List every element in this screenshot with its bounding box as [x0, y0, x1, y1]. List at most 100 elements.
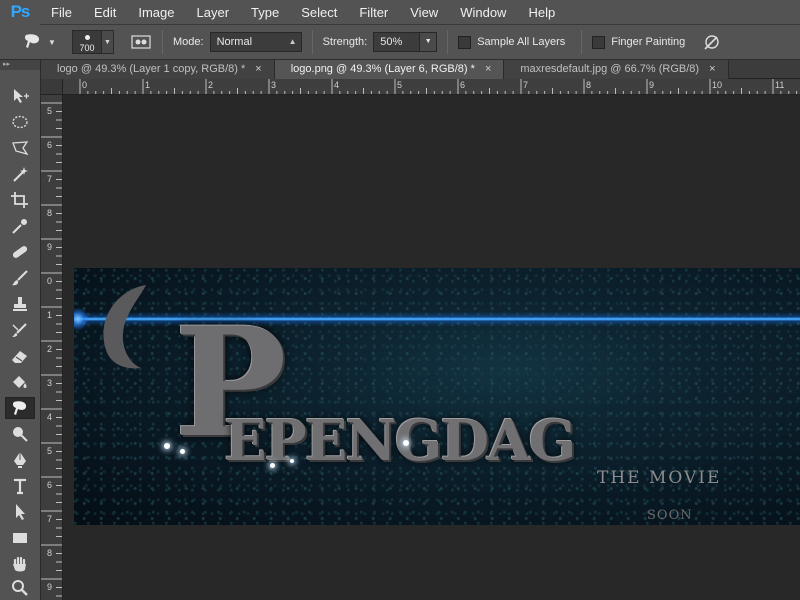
brush-tip-icon — [85, 35, 90, 40]
logo-title: EPENGDAG — [224, 408, 576, 474]
toolbox: ▸▸ — [0, 60, 41, 600]
strength-label: Strength: — [322, 36, 368, 48]
eraser-tool-icon[interactable] — [5, 345, 35, 367]
logo-subtitle: THE MOVIE — [597, 468, 722, 488]
divider — [162, 30, 163, 54]
tab-maxresdefault[interactable]: maxresdefault.jpg @ 66.7% (RGB/8) × — [504, 60, 729, 79]
strength-field[interactable]: 50% ▼ — [373, 32, 438, 52]
divider — [581, 30, 583, 54]
tab-label: logo @ 49.3% (Layer 1 copy, RGB/8) * — [57, 63, 246, 75]
hand-tool-icon[interactable] — [5, 553, 35, 575]
ruler-label: 7 — [523, 80, 528, 90]
crop-tool-icon[interactable] — [5, 189, 35, 211]
eyedropper-tool-icon[interactable] — [5, 215, 35, 237]
magic-wand-tool-icon[interactable] — [5, 163, 35, 185]
options-bar: ▼ 700 ▼ Mode: Normal ▲ Strength: 50% ▼ S… — [0, 25, 800, 60]
smudge-icon — [24, 34, 40, 48]
ruler-label: 6 — [47, 140, 52, 150]
dodge-tool-icon[interactable] — [5, 423, 35, 445]
menu-window[interactable]: Window — [449, 0, 517, 25]
menu-edit[interactable]: Edit — [83, 0, 127, 25]
smudge-tool-icon[interactable] — [5, 397, 35, 419]
canvas-area[interactable]: P EPENGDAG THE MOVIE SOON — [63, 95, 800, 600]
rectangle-tool-icon[interactable] — [5, 527, 35, 549]
move-tool-icon[interactable] — [5, 85, 35, 107]
zoom-tool-icon[interactable] — [5, 577, 35, 599]
healing-brush-tool-icon[interactable] — [5, 241, 35, 263]
document-image[interactable]: P EPENGDAG THE MOVIE SOON — [74, 268, 800, 525]
toolbox-grip[interactable]: ▸▸ — [0, 60, 40, 70]
type-tool-icon[interactable] — [5, 475, 35, 497]
close-icon[interactable]: × — [255, 63, 261, 75]
tab-label: logo.png @ 49.3% (Layer 6, RGB/8) * — [290, 63, 475, 75]
tool-preset-picker[interactable]: ▼ — [22, 28, 66, 56]
ruler-label: 9 — [47, 582, 52, 592]
menu-bar: Ps File Edit Image Layer Type Select Fil… — [0, 0, 800, 25]
menu-layer[interactable]: Layer — [186, 0, 241, 25]
lasso-tool-icon[interactable] — [5, 137, 35, 159]
ruler-label: 9 — [649, 80, 654, 90]
paint-bucket-tool-icon[interactable] — [5, 371, 35, 393]
sample-all-layers-option[interactable]: Sample All Layers — [458, 35, 571, 49]
horizontal-ruler[interactable]: 0123456789101112 — [63, 79, 800, 95]
divider — [311, 30, 313, 54]
ruler-label: 6 — [47, 480, 52, 490]
mode-value: Normal — [216, 36, 253, 48]
mode-dropdown[interactable]: Normal ▲ — [209, 32, 302, 52]
vertical-ruler-ticks: 5 6 7 8 9 0 1 2 3 4 5 6 7 8 9 — [41, 102, 62, 597]
ruler-label: 4 — [334, 80, 339, 90]
close-icon[interactable]: × — [485, 63, 491, 75]
finger-painting-checkbox[interactable] — [592, 35, 606, 49]
tab-logo-layer-1-copy[interactable]: logo @ 49.3% (Layer 1 copy, RGB/8) * × — [41, 60, 275, 79]
brush-panel-toggle-icon[interactable] — [130, 33, 152, 51]
ruler-label: 7 — [47, 514, 52, 524]
ruler-label: 2 — [47, 344, 52, 354]
logo-tagline: SOON — [647, 508, 693, 523]
menu-filter[interactable]: Filter — [348, 0, 399, 25]
menu-image[interactable]: Image — [127, 0, 185, 25]
brush-size-value: 700 — [79, 43, 95, 53]
brush-picker-arrow[interactable]: ▼ — [102, 30, 114, 54]
menu-select[interactable]: Select — [290, 0, 348, 25]
divider — [447, 30, 449, 54]
sparkle — [403, 440, 409, 446]
ruler-label: 8 — [47, 208, 52, 218]
brush-size-picker[interactable]: 700 — [72, 30, 102, 54]
marquee-tool-icon[interactable] — [5, 111, 35, 133]
ruler-label: 5 — [47, 446, 52, 456]
sparkle — [180, 449, 185, 454]
ruler-label: 8 — [586, 80, 591, 90]
clone-stamp-tool-icon[interactable] — [5, 293, 35, 315]
brush-tool-icon[interactable] — [5, 267, 35, 289]
finger-painting-option[interactable]: Finger Painting — [592, 35, 691, 49]
mode-label: Mode: — [173, 36, 204, 48]
path-selection-tool-icon[interactable] — [5, 501, 35, 523]
pen-tool-icon[interactable] — [5, 449, 35, 471]
ruler-label: 0 — [47, 276, 52, 286]
ruler-label: 0 — [82, 80, 87, 90]
menu-help[interactable]: Help — [517, 0, 566, 25]
pressure-icon[interactable] — [701, 33, 723, 51]
vertical-ruler[interactable]: 5 6 7 8 9 0 1 2 3 4 5 6 7 8 9 — [41, 95, 63, 600]
document-tabs: logo @ 49.3% (Layer 1 copy, RGB/8) * × lo… — [41, 60, 800, 79]
ruler-label: 4 — [47, 412, 52, 422]
strength-slider-button[interactable]: ▼ — [419, 32, 438, 52]
chevron-down-icon: ▼ — [48, 37, 56, 47]
tab-label: maxresdefault.jpg @ 66.7% (RGB/8) — [520, 63, 700, 75]
ruler-label: 2 — [208, 80, 213, 90]
tab-logo-png[interactable]: logo.png @ 49.3% (Layer 6, RGB/8) * × — [274, 60, 505, 79]
history-brush-tool-icon[interactable] — [5, 319, 35, 341]
ruler-label: 3 — [47, 378, 52, 388]
sparkle — [164, 443, 170, 449]
ruler-label: 7 — [47, 174, 52, 184]
sample-all-layers-label: Sample All Layers — [477, 36, 566, 48]
menu-type[interactable]: Type — [240, 0, 290, 25]
sparkle — [270, 463, 275, 468]
menu-view[interactable]: View — [399, 0, 449, 25]
strength-value: 50% — [380, 36, 403, 48]
close-icon[interactable]: × — [709, 63, 715, 75]
sample-all-layers-checkbox[interactable] — [458, 35, 472, 49]
menu-file[interactable]: File — [40, 0, 83, 25]
finger-painting-label: Finger Painting — [611, 36, 686, 48]
ruler-corner[interactable] — [41, 79, 63, 95]
